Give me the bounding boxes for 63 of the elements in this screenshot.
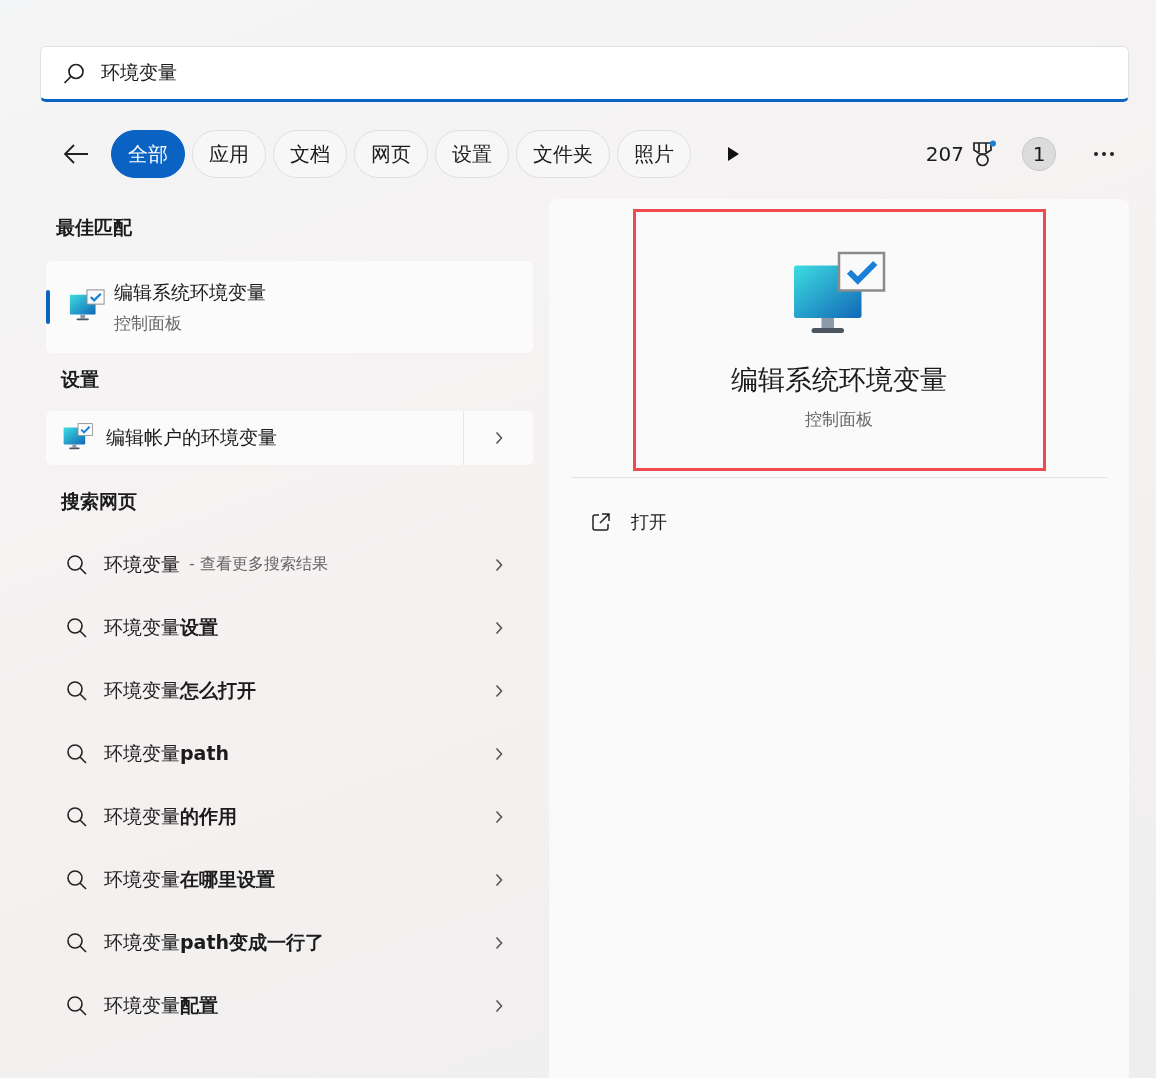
open-action[interactable]: 打开 xyxy=(591,510,667,534)
suggestion-text: 环境变量path xyxy=(104,740,230,766)
section-heading: 最佳匹配 xyxy=(56,215,133,240)
more-options-icon[interactable] xyxy=(1093,151,1115,157)
preview-subtitle: 控制面板 xyxy=(805,408,873,431)
search-icon xyxy=(66,679,88,702)
suggestion-text: 环境变量设置 xyxy=(104,614,218,640)
filter-tab[interactable]: 照片 xyxy=(617,130,691,178)
result-title: 编辑系统环境变量 xyxy=(114,279,266,305)
more-filters-button[interactable] xyxy=(726,146,740,162)
result-title: 编辑帐户的环境变量 xyxy=(106,425,277,450)
search-icon xyxy=(66,805,88,828)
filter-tab[interactable]: 应用 xyxy=(192,130,266,178)
suggestion-text: 环境变量的作用 xyxy=(104,803,237,829)
section-heading: 设置 xyxy=(61,367,100,392)
search-icon xyxy=(66,553,88,576)
search-icon xyxy=(66,868,88,891)
action-label: 打开 xyxy=(631,510,667,534)
web-search-suggestion[interactable]: 环境变量path变成一行了 xyxy=(46,911,533,974)
web-search-suggestion[interactable]: 环境变量path xyxy=(46,722,533,785)
suggestion-text: 环境变量怎么打开 xyxy=(104,677,256,703)
web-search-suggestion[interactable]: 环境变量的作用 xyxy=(46,785,533,848)
suggestion-text: 环境变量path变成一行了 xyxy=(104,929,325,955)
chevron-right-icon xyxy=(495,683,503,698)
settings-result[interactable]: 编辑帐户的环境变量 xyxy=(46,411,533,465)
play-icon xyxy=(726,146,740,162)
suggestion-text: 环境变量 xyxy=(104,551,180,577)
search-icon xyxy=(66,616,88,639)
web-search-suggestion[interactable]: 环境变量 - 查看更多搜索结果 xyxy=(46,533,533,596)
filter-tab[interactable]: 文档 xyxy=(273,130,347,178)
best-match-result[interactable]: 编辑系统环境变量 控制面板 xyxy=(46,261,533,353)
account-badge[interactable]: 1 xyxy=(1022,137,1056,171)
search-field[interactable]: 环境变量 xyxy=(40,46,1129,102)
web-search-suggestion[interactable]: 环境变量怎么打开 xyxy=(46,659,533,722)
filter-tab[interactable]: 文件夹 xyxy=(516,130,610,178)
back-arrow-icon xyxy=(62,142,90,166)
chevron-right-icon xyxy=(494,431,503,445)
chevron-right-icon xyxy=(495,998,503,1013)
search-icon xyxy=(66,742,88,765)
chevron-right-icon xyxy=(495,620,503,635)
back-button[interactable] xyxy=(62,142,90,166)
chevron-right-icon xyxy=(495,746,503,761)
chevron-right-icon xyxy=(495,809,503,824)
medal-icon[interactable] xyxy=(971,140,997,168)
suggestion-text: 环境变量配置 xyxy=(104,992,218,1018)
web-search-suggestion[interactable]: 环境变量设置 xyxy=(46,596,533,659)
result-subtitle: 控制面板 xyxy=(114,311,183,335)
web-search-suggestion[interactable]: 环境变量在哪里设置 xyxy=(46,848,533,911)
section-heading: 搜索网页 xyxy=(61,489,138,514)
open-external-icon xyxy=(591,512,611,532)
chevron-right-icon xyxy=(495,557,503,572)
search-icon xyxy=(66,994,88,1017)
points-count: 207 xyxy=(925,142,964,166)
filter-tab[interactable]: 全部 xyxy=(111,130,185,178)
preview-title: 编辑系统环境变量 xyxy=(731,363,947,397)
chevron-right-icon xyxy=(495,872,503,887)
filter-tab[interactable]: 设置 xyxy=(435,130,509,178)
chevron-right-icon xyxy=(495,935,503,950)
suggestion-text: 环境变量在哪里设置 xyxy=(104,866,275,892)
filter-tab[interactable]: 网页 xyxy=(354,130,428,178)
search-icon xyxy=(66,931,88,954)
suggestion-hint: - 查看更多搜索结果 xyxy=(188,554,328,575)
web-search-suggestion[interactable]: 环境变量配置 xyxy=(46,974,533,1037)
